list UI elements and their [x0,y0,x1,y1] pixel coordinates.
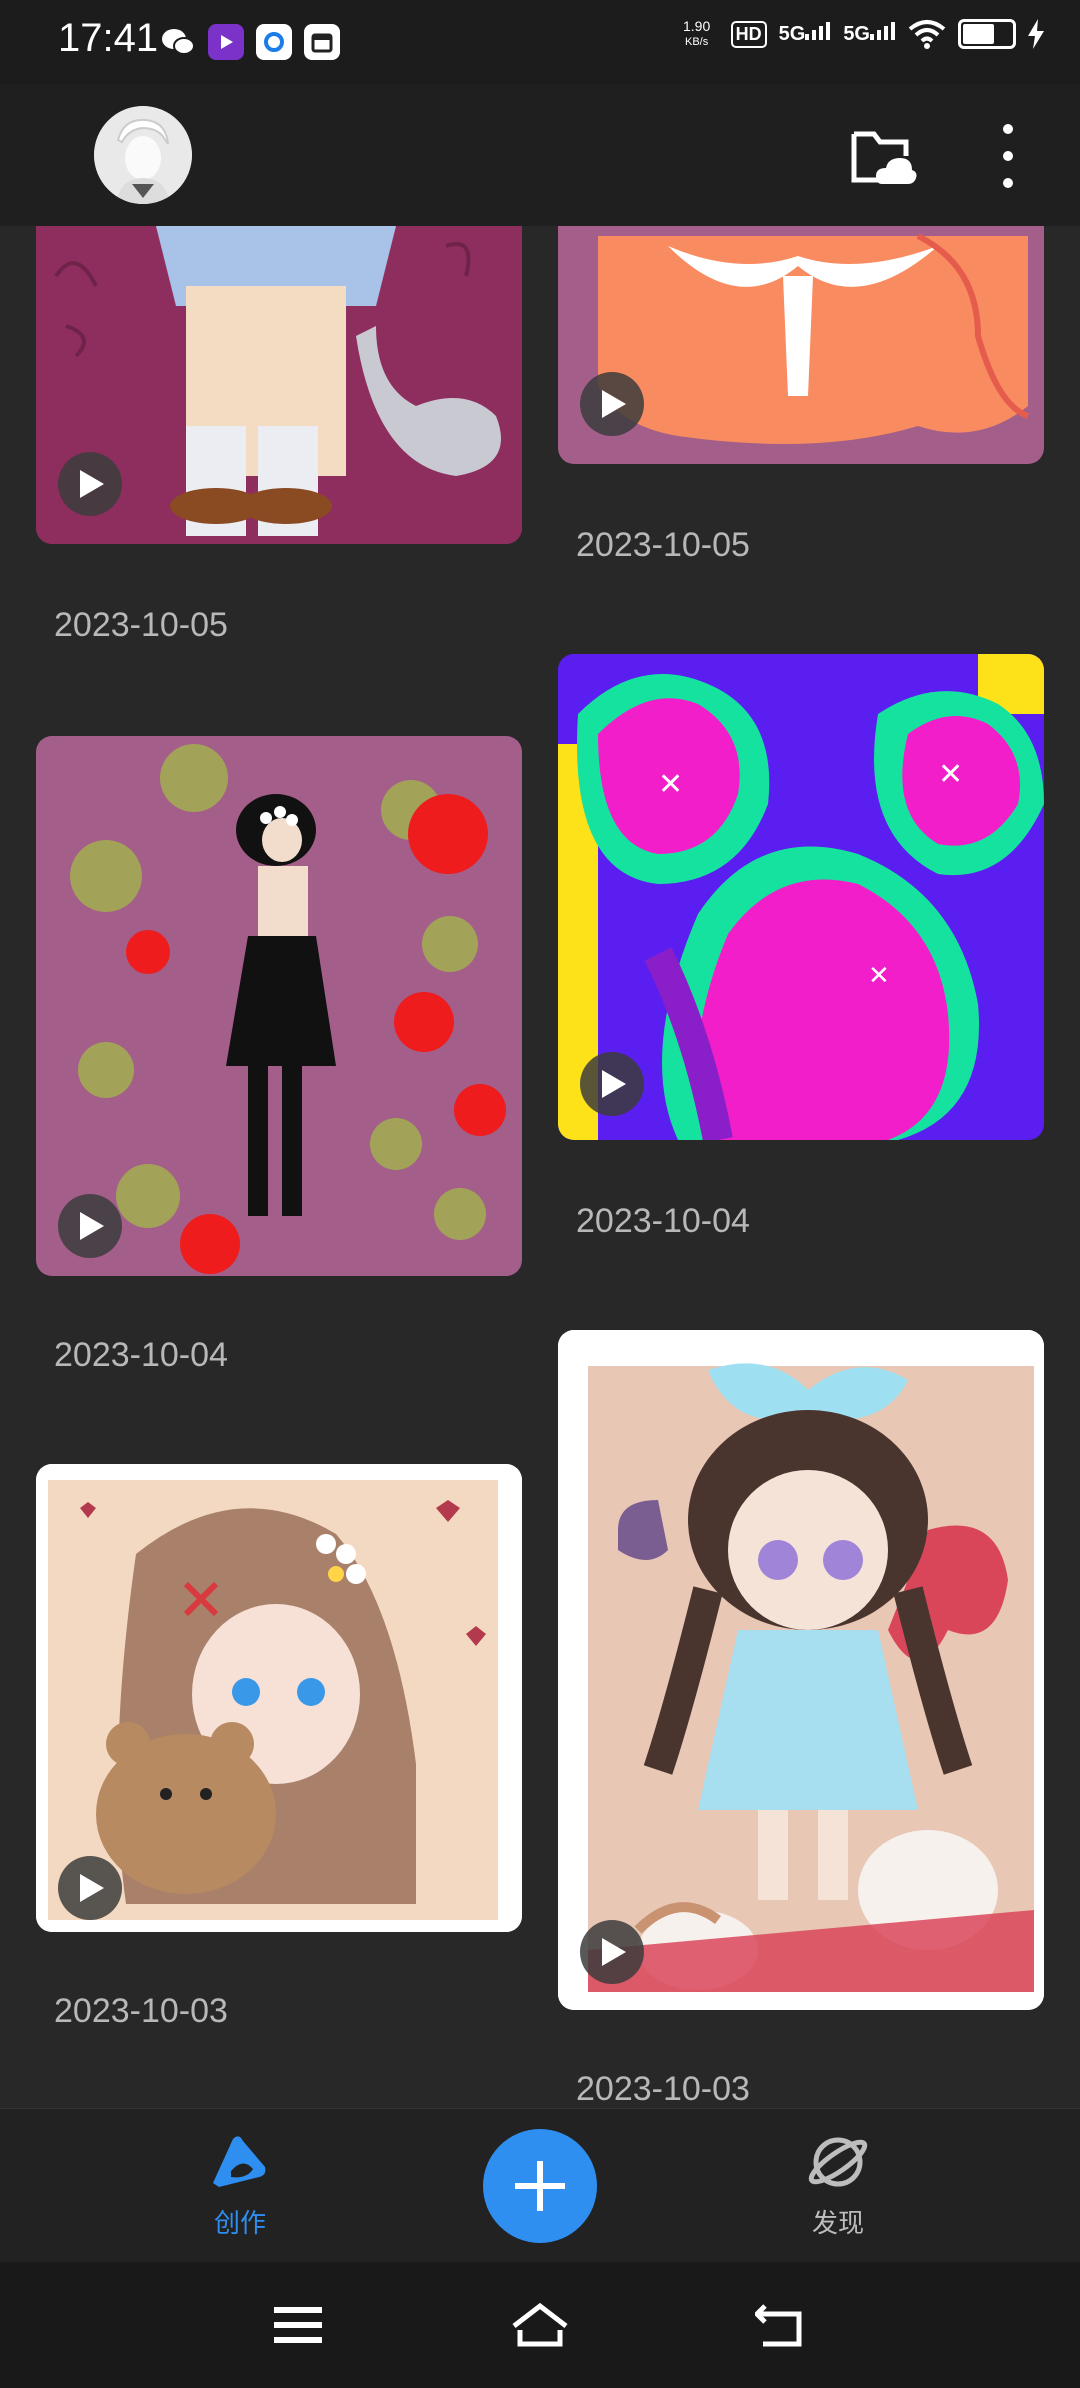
play-icon [80,470,104,498]
signal-label-1: 5G [778,23,806,45]
dot-3 [1003,178,1013,188]
play-button[interactable] [58,452,122,516]
artwork-card[interactable] [36,736,522,1276]
net-speed-unit: KB/s [685,36,709,48]
home-icon [512,2302,568,2347]
artwork-card[interactable] [558,1330,1044,2010]
network-speed: 1.90 KB/s [675,18,719,50]
menu-icon [274,2307,322,2343]
cloud-folder-icon [851,131,917,184]
more-options-button[interactable] [992,124,1024,188]
notification-icons [160,24,340,60]
artwork-date: 2023-10-04 [576,1202,750,1240]
play-button[interactable] [58,1856,122,1920]
nav-discover-label: 发现 [811,2209,864,2239]
artwork-date: 2023-10-03 [576,2070,750,2108]
svg-text:✕: ✕ [658,767,683,802]
play-icon [80,1212,104,1240]
nav-create-label: 创作 [213,2209,266,2239]
nav-create[interactable]: 创作 [160,2129,320,2240]
artwork-thumbnail [36,736,522,1276]
back-icon [755,2304,802,2347]
play-button[interactable] [580,1052,644,1116]
play-button[interactable] [580,1920,644,1984]
artwork-card[interactable] [36,226,522,544]
artwork-card[interactable] [36,1464,522,1932]
artwork-card[interactable] [558,226,1044,464]
status-indicators: 1.90 KB/s HD 5G 5G [675,18,1044,50]
signal-5g-1: 5G [779,22,832,46]
dot-2 [1003,151,1013,161]
artwork-card[interactable]: ✕ ✕ ✕ [558,654,1044,1140]
avatar-button[interactable] [94,106,192,204]
media-app-icon [208,24,244,60]
status-bar: 17:41 1.90 KB/s HD 5G 5G [0,0,1080,84]
planet-icon [808,2137,868,2187]
signal-label-2: 5G [843,23,870,45]
play-icon [602,390,626,418]
battery-fill [963,24,995,44]
avatar-icon [94,106,192,204]
battery-icon [958,19,1016,49]
play-button[interactable] [58,1194,122,1258]
browser-app-icon [256,24,292,60]
system-nav-bar [0,2262,1080,2388]
artwork-date: 2023-10-03 [54,1992,228,2030]
menu-button[interactable] [268,2300,328,2350]
plus-icon [515,2161,565,2211]
play-icon [80,1874,104,1902]
play-icon [602,1938,626,1966]
more-vertical-icon [1003,124,1013,134]
svg-text:✕: ✕ [938,757,963,792]
net-speed-value: 1.90 [683,18,711,34]
pen-icon [213,2136,266,2187]
play-icon [602,1070,626,1098]
charging-icon [1028,19,1044,49]
status-time: 17:41 [58,16,159,60]
artwork-feed[interactable]: 2023-10-05 2023-10-05 2023-10-04 ✕ ✕ ✕ 2… [0,226,1080,2108]
back-button[interactable] [750,2300,810,2350]
artwork-date: 2023-10-05 [54,606,228,644]
hd-badge: HD [730,20,767,48]
bottom-nav: 创作 发现 [0,2108,1080,2263]
play-button[interactable] [580,372,644,436]
svg-text:✕: ✕ [868,961,890,991]
cloud-folder-button[interactable] [848,126,918,190]
wifi-icon [908,20,946,49]
wechat-icon [160,24,196,60]
nav-discover[interactable]: 发现 [758,2129,918,2240]
add-button[interactable] [483,2129,597,2243]
top-bar [0,84,1080,226]
artwork-date: 2023-10-05 [576,526,750,564]
artwork-thumbnail [558,1330,1044,2010]
signal-5g-2: 5G [843,22,896,46]
calendar-app-icon [304,24,340,60]
home-button[interactable] [510,2300,570,2350]
artwork-date: 2023-10-04 [54,1336,228,1374]
